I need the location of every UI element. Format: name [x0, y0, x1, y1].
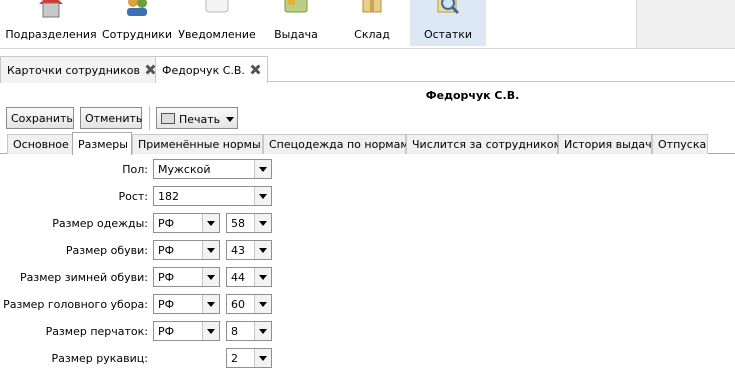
doc-tab-employee-cards[interactable]: Карточки сотрудников — [0, 56, 163, 83]
toolbar-button-notification[interactable]: Уведомление — [176, 0, 258, 46]
ribbon-right-panel — [636, 0, 735, 48]
shoes-standard-value: РФ — [158, 244, 175, 257]
height-value: 182 — [158, 190, 179, 203]
tab-issue-history[interactable]: История выдач — [558, 134, 652, 154]
close-icon[interactable] — [250, 64, 261, 75]
house-icon — [39, 0, 63, 18]
height-label: Рост: — [118, 190, 148, 203]
chevron-down-icon — [202, 322, 219, 340]
clothes-size-label: Размер одежды: — [52, 217, 148, 230]
shoes-standard-select[interactable]: РФ — [153, 240, 220, 260]
main-toolbar: Подразделения Сотрудники Уведомление Выд… — [0, 0, 735, 48]
mittens-size-label: Размер рукавиц: — [51, 352, 148, 365]
print-button[interactable]: Печать — [156, 107, 238, 129]
shoes-size-label: Размер обуви: — [65, 244, 148, 257]
chevron-down-icon — [254, 349, 271, 367]
height-select[interactable]: 182 — [153, 186, 272, 206]
toolbar-button-warehouse[interactable]: Склад — [338, 0, 406, 46]
tab-main[interactable]: Основное — [7, 134, 73, 154]
users-icon — [127, 0, 147, 16]
gender-value: Мужской — [158, 163, 211, 176]
clothes-size-select[interactable]: 58 — [226, 213, 272, 233]
toolbar-divider — [0, 48, 735, 49]
mittens-size-value: 2 — [231, 352, 238, 365]
chevron-down-icon — [202, 241, 219, 259]
chevron-down-icon — [202, 214, 219, 232]
toolbar-button-remains[interactable]: Остатки — [410, 0, 486, 46]
cancel-button[interactable]: Отменить — [80, 107, 142, 129]
gloves-standard-select[interactable]: РФ — [153, 321, 220, 341]
chevron-down-icon — [254, 322, 271, 340]
gloves-standard-value: РФ — [158, 325, 175, 338]
chevron-down-icon — [202, 268, 219, 286]
save-button[interactable]: Сохранить — [6, 107, 74, 129]
mittens-size-select[interactable]: 2 — [226, 348, 272, 368]
headwear-size-label: Размер головного убора: — [3, 298, 148, 311]
toolbar-button-issue[interactable]: Выдача — [262, 0, 330, 46]
gender-select[interactable]: Мужской — [153, 159, 272, 179]
toolbar-separator — [149, 106, 150, 130]
chevron-down-icon — [254, 187, 271, 205]
clothes-standard-value: РФ — [158, 217, 175, 230]
gender-label: Пол: — [122, 163, 148, 176]
gloves-size-value: 8 — [231, 325, 238, 338]
notification-icon — [205, 0, 229, 13]
tab-applied-norms[interactable]: Применённые нормы — [132, 134, 263, 154]
headwear-size-select[interactable]: 60 — [226, 294, 272, 314]
chevron-down-icon — [226, 117, 235, 122]
headwear-size-value: 60 — [231, 298, 245, 311]
doc-tab-employee[interactable]: Федорчук С.В. — [155, 56, 268, 83]
toolbar-label: Уведомление — [178, 28, 256, 41]
clothes-size-value: 58 — [231, 217, 245, 230]
print-label: Печать — [179, 113, 221, 126]
toolbar-label: Выдача — [274, 28, 318, 41]
chevron-down-icon — [254, 160, 271, 178]
toolbar-button-departments[interactable]: Подразделения — [3, 0, 99, 46]
headwear-standard-value: РФ — [158, 298, 175, 311]
issue-card-icon — [284, 0, 308, 13]
page-title: Федорчук С.В. — [425, 89, 520, 102]
tab-vacations[interactable]: Отпуска — [652, 134, 708, 154]
card-tabs: Основное Размеры Применённые нормы Спецо… — [0, 132, 735, 155]
chevron-down-icon — [254, 214, 271, 232]
winter-shoes-standard-select[interactable]: РФ — [153, 267, 220, 287]
winter-shoes-size-label: Размер зимней обуви: — [19, 271, 148, 284]
toolbar-label: Остатки — [423, 28, 473, 41]
doc-tab-label: Карточки сотрудников — [7, 64, 140, 77]
winter-shoes-size-select[interactable]: 44 — [226, 267, 272, 287]
chevron-down-icon — [254, 268, 271, 286]
winter-shoes-size-value: 44 — [231, 271, 245, 284]
shoes-size-value: 43 — [231, 244, 245, 257]
chevron-down-icon — [254, 295, 271, 313]
warehouse-box-icon — [362, 0, 382, 13]
tab-sizes[interactable]: Размеры — [72, 132, 132, 155]
tab-assigned-to-employee[interactable]: Числится за сотрудником — [406, 134, 562, 154]
shoes-size-select[interactable]: 43 — [226, 240, 272, 260]
clothes-standard-select[interactable]: РФ — [153, 213, 220, 233]
winter-shoes-standard-value: РФ — [158, 271, 175, 284]
gloves-size-label: Размер перчаток: — [45, 325, 148, 338]
chevron-down-icon — [254, 241, 271, 259]
headwear-standard-select[interactable]: РФ — [153, 294, 220, 314]
chevron-down-icon — [202, 295, 219, 313]
printer-icon — [161, 113, 175, 124]
tab-workwear-by-norms[interactable]: Спецодежда по нормам — [263, 134, 409, 154]
gloves-size-select[interactable]: 8 — [226, 321, 272, 341]
toolbar-button-employees[interactable]: Сотрудники — [101, 0, 173, 46]
toolbar-label: Сотрудники — [101, 28, 173, 41]
document-tabs: Карточки сотрудников Федорчук С.В. — [0, 56, 735, 83]
magnifier-icon — [437, 0, 460, 15]
toolbar-label: Склад — [354, 28, 390, 41]
doc-tab-label: Федорчук С.В. — [162, 64, 245, 77]
toolbar-label: Подразделения — [5, 28, 97, 41]
